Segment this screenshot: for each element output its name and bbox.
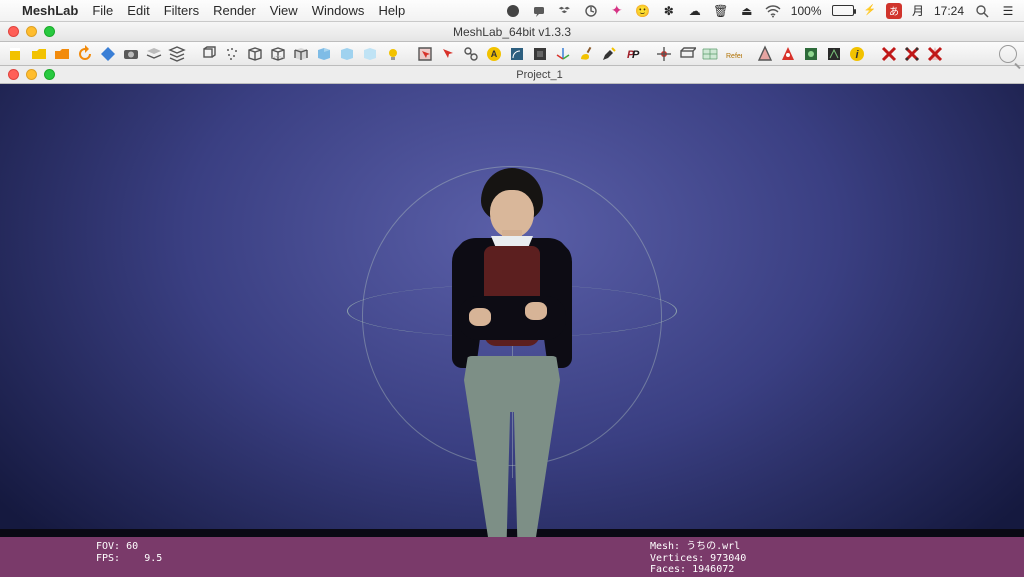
select-faces-button[interactable]: [415, 44, 435, 64]
filter-b-button[interactable]: [778, 44, 798, 64]
delete-vertices-button[interactable]: [902, 44, 922, 64]
evernote-status-icon[interactable]: ✦: [609, 3, 625, 19]
menu-render[interactable]: Render: [213, 3, 256, 18]
open-mesh-button[interactable]: [52, 44, 72, 64]
status-right: Mesh: うちの.wrl Vertices: 973040 Faces: 19…: [640, 537, 756, 577]
project-minimize-button[interactable]: [26, 69, 37, 80]
fan-status-icon[interactable]: ✽: [661, 3, 677, 19]
menubar-day[interactable]: 月: [912, 2, 924, 19]
project-tab-label[interactable]: Project_1: [516, 69, 562, 81]
window-title: MeshLab_64bit v1.3.3: [453, 25, 571, 39]
smooth-render-button[interactable]: [337, 44, 357, 64]
toolbar-search-button[interactable]: [998, 44, 1018, 64]
flatlines-render-button[interactable]: [291, 44, 311, 64]
menu-help[interactable]: Help: [378, 3, 405, 18]
flat-render-button[interactable]: [314, 44, 334, 64]
filter-d-button[interactable]: [824, 44, 844, 64]
menu-view[interactable]: View: [270, 3, 298, 18]
layer-dialog-button[interactable]: [144, 44, 164, 64]
svg-text:P: P: [632, 49, 640, 61]
menu-file[interactable]: File: [92, 3, 113, 18]
menu-windows[interactable]: Windows: [312, 3, 365, 18]
window-titlebar: MeshLab_64bit v1.3.3: [0, 22, 1024, 42]
project-tabstrip: Project_1: [0, 66, 1024, 84]
show-layers-button[interactable]: [167, 44, 187, 64]
texture-render-button[interactable]: [360, 44, 380, 64]
paint-button[interactable]: [576, 44, 596, 64]
ref-axes-button[interactable]: [700, 44, 720, 64]
ref-plane-button[interactable]: [677, 44, 697, 64]
points-render-button[interactable]: [222, 44, 242, 64]
wireframe-render-button[interactable]: [245, 44, 265, 64]
viewport-3d[interactable]: FOV: 60 FPS: 9.5 Mesh: うちの.wrl Vertices:…: [0, 84, 1024, 577]
measure-button[interactable]: A: [484, 44, 504, 64]
ref-scene-button[interactable]: [654, 44, 674, 64]
viewport-status-bar: FOV: 60 FPS: 9.5 Mesh: うちの.wrl Vertices:…: [0, 537, 1024, 577]
pp-button[interactable]: PP: [622, 44, 642, 64]
battery-charging-icon: ⚡: [864, 5, 876, 16]
ime-indicator[interactable]: あ: [886, 3, 902, 19]
delete-faces-button[interactable]: [879, 44, 899, 64]
light-toggle-button[interactable]: [383, 44, 403, 64]
status-left: FOV: 60 FPS: 9.5: [86, 537, 172, 577]
snapshot-button[interactable]: [121, 44, 141, 64]
main-toolbar: A PP Reference i: [0, 42, 1024, 66]
mac-menubar: MeshLab File Edit Filters Render View Wi…: [0, 0, 1024, 22]
bbox-render-button[interactable]: [199, 44, 219, 64]
notification-center-icon[interactable]: ☰: [1000, 3, 1016, 19]
mesh-model[interactable]: [437, 168, 587, 577]
project-zoom-button[interactable]: [44, 69, 55, 80]
hidden-lines-render-button[interactable]: [268, 44, 288, 64]
menubar-time[interactable]: 17:24: [934, 4, 964, 18]
dropbox-status-icon[interactable]: [557, 3, 573, 19]
battery-icon[interactable]: [832, 5, 854, 16]
ref-label-button[interactable]: Reference: [723, 44, 743, 64]
arc3d-button[interactable]: [530, 44, 550, 64]
battery-percent: 100%: [791, 4, 822, 18]
messages-status-icon[interactable]: [531, 3, 547, 19]
window-zoom-button[interactable]: [44, 26, 55, 37]
svg-text:Reference: Reference: [726, 53, 742, 60]
info-button[interactable]: i: [847, 44, 867, 64]
menu-filters[interactable]: Filters: [164, 3, 199, 18]
open-project-button[interactable]: [29, 44, 49, 64]
svg-text:A: A: [491, 49, 498, 59]
select-vertices-button[interactable]: [438, 44, 458, 64]
new-project-button[interactable]: [6, 44, 26, 64]
disk-status-icon[interactable]: 🗑: [713, 3, 729, 19]
import-raster-button[interactable]: [98, 44, 118, 64]
finder-status-icon[interactable]: 🙂: [635, 3, 651, 19]
spotlight-icon[interactable]: [974, 3, 990, 19]
menu-edit[interactable]: Edit: [127, 3, 149, 18]
delete-faces-verts-button[interactable]: [925, 44, 945, 64]
line-status-icon[interactable]: [505, 3, 521, 19]
reload-button[interactable]: [75, 44, 95, 64]
window-close-button[interactable]: [8, 26, 19, 37]
sync-status-icon[interactable]: [583, 3, 599, 19]
align-button[interactable]: [507, 44, 527, 64]
filter-c-button[interactable]: [801, 44, 821, 64]
axis-button[interactable]: [553, 44, 573, 64]
cloud-status-icon[interactable]: ☁: [687, 3, 703, 19]
app-menu[interactable]: MeshLab: [22, 3, 78, 18]
window-minimize-button[interactable]: [26, 26, 37, 37]
edit-points-button[interactable]: [599, 44, 619, 64]
select-connected-button[interactable]: [461, 44, 481, 64]
eject-status-icon[interactable]: ⏏: [739, 3, 755, 19]
project-close-button[interactable]: [8, 69, 19, 80]
wifi-status-icon[interactable]: [765, 3, 781, 19]
filter-a-button[interactable]: [755, 44, 775, 64]
